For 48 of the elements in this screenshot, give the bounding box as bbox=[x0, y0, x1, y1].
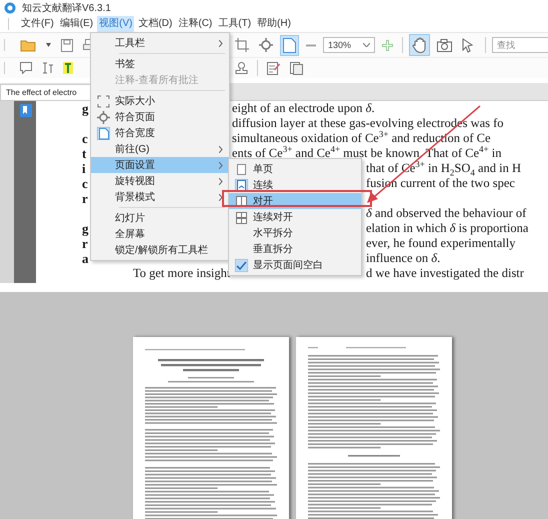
document-text: t bbox=[82, 146, 86, 161]
menu-item[interactable]: 连续 bbox=[229, 177, 361, 193]
window-title: 知云文献翻译V6.3.1 bbox=[22, 2, 111, 15]
menu-item[interactable]: 全屏幕 bbox=[91, 226, 229, 242]
menu-bar-item[interactable]: 文档(D) bbox=[136, 16, 174, 32]
bookmark-icon[interactable] bbox=[20, 104, 32, 117]
menu-item[interactable]: 符合宽度 bbox=[91, 125, 229, 141]
hand-icon[interactable] bbox=[409, 34, 430, 56]
menu-item[interactable]: 垂直拆分 bbox=[229, 241, 361, 257]
document-text: r bbox=[82, 191, 88, 206]
menu-item[interactable]: 水平拆分 bbox=[229, 225, 361, 241]
menu-item[interactable]: 工具栏 bbox=[91, 35, 229, 51]
document-text: r bbox=[82, 236, 88, 251]
document-text: c bbox=[82, 131, 88, 146]
menu-bar-item[interactable]: 文件(F) bbox=[19, 16, 56, 32]
menu-bar-item[interactable]: 注释(C) bbox=[176, 16, 214, 32]
document-text: a bbox=[82, 251, 88, 266]
document-text: i bbox=[82, 161, 86, 176]
menu-bar-item[interactable]: 编辑(E) bbox=[58, 16, 96, 32]
menu-bar-item[interactable]: 视图(V) bbox=[97, 16, 134, 32]
menu-item[interactable]: 旋转视图 bbox=[91, 173, 229, 189]
highlight-text-icon[interactable] bbox=[60, 59, 76, 77]
document-text: δ and observed the behaviour of bbox=[366, 206, 528, 221]
menu-item[interactable]: 前往(G) bbox=[91, 141, 229, 157]
document-text: influence on δ. bbox=[366, 251, 442, 266]
document-text: ents of Ce$^{3+}$ and Ce$^{4+}$ must be known. That of Ce$^{4+}$ in bbox=[232, 146, 502, 161]
gear-icon[interactable] bbox=[256, 35, 276, 55]
zoom-dropdown[interactable]: 130% bbox=[323, 37, 375, 53]
comment-icon[interactable] bbox=[17, 59, 35, 77]
document-text: d we have investigated the distr bbox=[366, 266, 525, 281]
document-text: elation in which δ is proportiona bbox=[366, 221, 530, 236]
menu-item[interactable]: 幻灯片 bbox=[91, 210, 229, 226]
menu-item[interactable]: 符合页面 bbox=[91, 109, 229, 125]
menu-item[interactable]: 连续对开 bbox=[229, 209, 361, 225]
document-text: eight of an electrode upon δ. bbox=[232, 101, 376, 116]
menu-item[interactable]: 页面设置 bbox=[91, 157, 229, 173]
document-text: g bbox=[82, 221, 88, 236]
menu-bar-item[interactable]: 帮助(H) bbox=[255, 16, 293, 32]
document-text: c bbox=[82, 176, 88, 191]
menu-item[interactable]: 显示页面间空白 bbox=[229, 257, 361, 273]
menu-bar-item[interactable]: 工具(T) bbox=[216, 16, 254, 32]
caret-icon bbox=[363, 43, 370, 47]
document-text: ever, he found experimentally bbox=[366, 236, 516, 251]
document-text: g bbox=[82, 101, 88, 116]
fit-width-icon[interactable] bbox=[280, 34, 299, 56]
menu-item[interactable]: 单页 bbox=[229, 161, 361, 177]
search-dropdown[interactable]: 查找 bbox=[492, 37, 548, 53]
menu-item[interactable]: 锁定/解锁所有工具栏 bbox=[91, 242, 229, 258]
